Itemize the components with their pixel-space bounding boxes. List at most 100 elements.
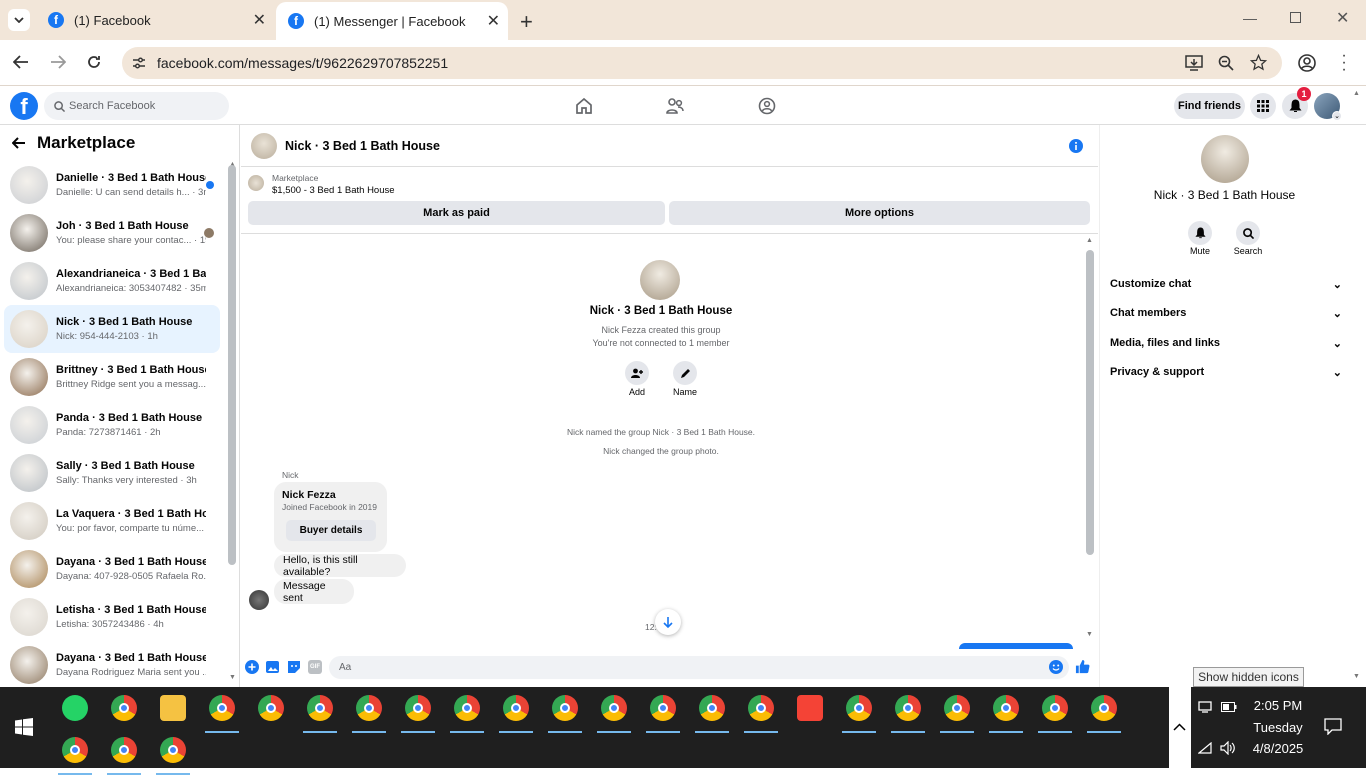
network-icon[interactable] (1198, 742, 1212, 754)
close-tab-icon[interactable]: ✕ (253, 10, 266, 30)
message-input[interactable]: Aa (329, 656, 1069, 679)
back-icon[interactable] (13, 55, 29, 69)
chrome-profile-icon[interactable] (454, 695, 480, 721)
clock-time[interactable]: 2:05 PM (1248, 698, 1308, 713)
conversation-item[interactable]: Nick · 3 Bed 1 Bath House Nick: 954-444-2… (4, 305, 220, 353)
chrome-profile-icon[interactable] (405, 695, 431, 721)
photo-icon[interactable] (266, 660, 280, 674)
group-photo-large[interactable] (1201, 135, 1249, 183)
new-tab-icon[interactable]: + (520, 9, 533, 35)
windows-start-icon[interactable] (15, 718, 33, 736)
find-friends-button[interactable]: Find friends (1174, 93, 1245, 119)
customize-chat-section[interactable]: Customize chat ⌄ (1110, 278, 1342, 291)
chrome-profile-icon[interactable] (601, 695, 627, 721)
chat-members-section[interactable]: Chat members ⌄ (1110, 307, 1342, 320)
whatsapp-icon[interactable] (62, 695, 88, 721)
forward-icon[interactable] (50, 55, 66, 69)
chrome-profile-icon[interactable] (552, 695, 578, 721)
buyer-details-button[interactable]: Buyer details (286, 520, 376, 541)
menu-grid-button[interactable] (1250, 93, 1276, 119)
chrome-icon[interactable] (111, 695, 137, 721)
facebook-logo-icon[interactable]: f (10, 92, 38, 120)
add-member-button[interactable] (625, 361, 649, 385)
chrome-profile-icon[interactable] (62, 737, 88, 763)
info-icon[interactable] (1069, 139, 1083, 153)
friends-icon[interactable] (666, 97, 684, 115)
sender-avatar[interactable] (249, 590, 269, 610)
omnibox[interactable]: facebook.com/messages/t/9622629707852251 (122, 47, 1282, 79)
bookmark-star-icon[interactable] (1250, 54, 1267, 71)
scroll-down-icon[interactable]: ▼ (1086, 631, 1093, 638)
page-scroll-down-icon[interactable]: ▼ (1353, 673, 1360, 680)
install-app-icon[interactable] (1185, 55, 1203, 71)
conversation-item[interactable]: Panda · 3 Bed 1 Bath House Panda: 7273871… (4, 401, 220, 449)
chat-title[interactable]: Nick · 3 Bed 1 Bath House (285, 139, 440, 153)
mute-button[interactable] (1188, 221, 1212, 245)
media-files-section[interactable]: Media, files and links ⌄ (1110, 337, 1342, 350)
battery-icon[interactable] (1221, 702, 1237, 712)
emoji-icon[interactable] (1049, 660, 1063, 674)
chrome-profile-icon[interactable] (111, 737, 137, 763)
scroll-down-icon[interactable]: ▼ (229, 674, 236, 681)
back-arrow-icon[interactable] (12, 137, 26, 149)
clock-day[interactable]: Tuesday (1248, 720, 1308, 735)
thumbs-up-icon[interactable] (1075, 659, 1090, 674)
chrome-profile-icon[interactable] (258, 695, 284, 721)
meet-now-icon[interactable] (1198, 701, 1212, 713)
page-scroll-up-icon[interactable]: ▲ (1353, 90, 1360, 97)
browser-menu-icon[interactable]: · · · (1341, 48, 1347, 78)
chrome-profile-icon[interactable] (307, 695, 333, 721)
chrome-profile-icon[interactable] (209, 695, 235, 721)
privacy-support-section[interactable]: Privacy & support ⌄ (1110, 366, 1342, 379)
listing-title[interactable]: $1,500 - 3 Bed 1 Bath House (272, 185, 395, 196)
restore-icon[interactable] (1290, 12, 1301, 23)
chrome-profile-icon[interactable] (160, 737, 186, 763)
chrome-profile-icon[interactable] (846, 695, 872, 721)
conversation-item[interactable]: Dayana · 3 Bed 1 Bath House Dayana: 407-9… (4, 545, 220, 593)
conversation-item[interactable]: Danielle · 3 Bed 1 Bath House Danielle: U… (4, 161, 220, 209)
chrome-profile-icon[interactable] (1091, 695, 1117, 721)
conversation-item[interactable]: Letisha · 3 Bed 1 Bath House Letisha: 305… (4, 593, 220, 641)
anydesk-icon[interactable] (797, 695, 823, 721)
zoom-icon[interactable] (1218, 55, 1234, 71)
home-icon[interactable] (575, 97, 593, 115)
sticker-icon[interactable] (287, 660, 301, 674)
notifications-button[interactable]: 1 (1282, 87, 1311, 119)
listing-thumbnail[interactable] (248, 175, 264, 191)
profile-icon[interactable] (1298, 54, 1316, 72)
scroll-up-icon[interactable]: ▲ (1086, 237, 1093, 244)
chrome-profile-icon[interactable] (650, 695, 676, 721)
account-avatar[interactable]: ⌄ (1314, 93, 1342, 121)
sidebar-scrollbar[interactable] (228, 165, 236, 565)
volume-icon[interactable] (1220, 741, 1236, 755)
chat-scrollbar[interactable] (1086, 250, 1094, 555)
more-options-button[interactable]: More options (669, 201, 1090, 225)
chat-avatar[interactable] (251, 132, 277, 159)
facebook-search[interactable]: Search Facebook (44, 92, 229, 120)
conversation-item[interactable]: Joh · 3 Bed 1 Bath House You: please shar… (4, 209, 220, 257)
tab-facebook[interactable]: f (1) Facebook ✕ (36, 0, 274, 40)
search-chat-button[interactable] (1236, 221, 1260, 245)
mark-as-paid-button[interactable]: Mark as paid (248, 201, 665, 225)
conversation-item[interactable]: La Vaquera · 3 Bed 1 Bath House You: por … (4, 497, 220, 545)
chrome-profile-icon[interactable] (944, 695, 970, 721)
tab-messenger[interactable]: f (1) Messenger | Facebook ✕ (276, 2, 508, 40)
close-window-icon[interactable]: ✕ (1336, 8, 1349, 28)
close-tab-icon[interactable]: ✕ (487, 11, 500, 31)
minimize-icon[interactable]: — (1243, 10, 1257, 26)
tab-search-button[interactable] (8, 9, 30, 31)
name-group-button[interactable] (673, 361, 697, 385)
chrome-profile-icon[interactable] (503, 695, 529, 721)
site-info-icon[interactable] (132, 56, 146, 70)
chrome-profile-icon[interactable] (993, 695, 1019, 721)
notification-center-icon[interactable] (1324, 718, 1342, 735)
conversation-item[interactable]: Alexandrianeica · 3 Bed 1 Bath ... Alexan… (4, 257, 220, 305)
chrome-profile-icon[interactable] (748, 695, 774, 721)
chrome-profile-icon[interactable] (1042, 695, 1068, 721)
chrome-profile-icon[interactable] (356, 695, 382, 721)
conversation-item[interactable]: Brittney · 3 Bed 1 Bath House Brittney Ri… (4, 353, 220, 401)
conversation-item[interactable]: Sally · 3 Bed 1 Bath House Sally: Thanks … (4, 449, 220, 497)
clock-date[interactable]: 4/8/2025 (1248, 741, 1308, 756)
chrome-profile-icon[interactable] (699, 695, 725, 721)
groups-icon[interactable] (758, 97, 776, 115)
